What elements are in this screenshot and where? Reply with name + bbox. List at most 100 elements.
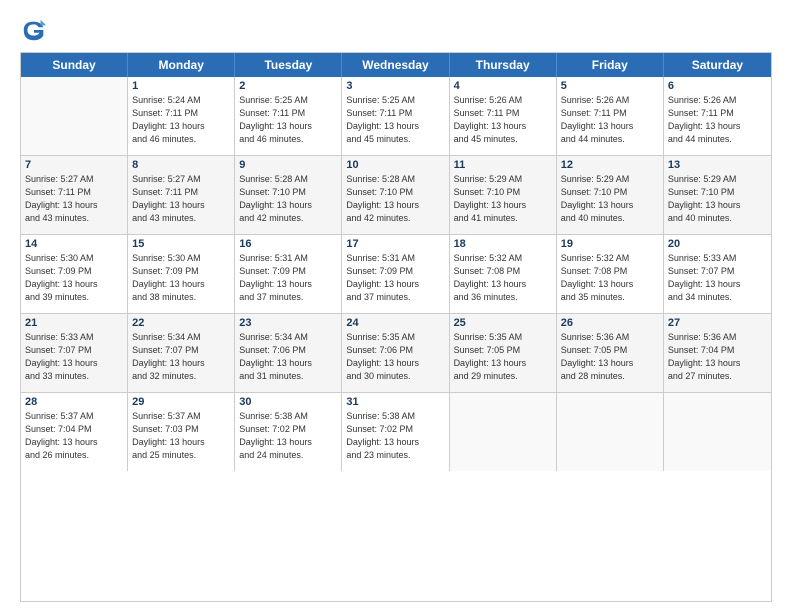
cell-info-line: Daylight: 13 hours xyxy=(25,436,123,449)
cal-header-friday: Friday xyxy=(557,53,664,77)
cell-info-line: Daylight: 13 hours xyxy=(561,199,659,212)
cell-info-line: Sunset: 7:11 PM xyxy=(561,107,659,120)
header xyxy=(20,16,772,44)
day-number: 9 xyxy=(239,159,337,171)
cell-info-line: Sunrise: 5:29 AM xyxy=(454,173,552,186)
day-number: 29 xyxy=(132,396,230,408)
cell-info-line: Daylight: 13 hours xyxy=(239,278,337,291)
cal-cell: 2Sunrise: 5:25 AMSunset: 7:11 PMDaylight… xyxy=(235,77,342,155)
day-number: 13 xyxy=(668,159,767,171)
cell-info-line: Sunset: 7:10 PM xyxy=(668,186,767,199)
cell-info-line: Daylight: 13 hours xyxy=(346,436,444,449)
cell-info-line: Daylight: 13 hours xyxy=(561,357,659,370)
day-number: 31 xyxy=(346,396,444,408)
calendar-header-row: SundayMondayTuesdayWednesdayThursdayFrid… xyxy=(21,53,771,77)
cal-cell: 25Sunrise: 5:35 AMSunset: 7:05 PMDayligh… xyxy=(450,314,557,392)
day-number: 15 xyxy=(132,238,230,250)
cell-info-line: and 24 minutes. xyxy=(239,449,337,462)
day-number: 19 xyxy=(561,238,659,250)
cal-cell: 6Sunrise: 5:26 AMSunset: 7:11 PMDaylight… xyxy=(664,77,771,155)
day-number: 17 xyxy=(346,238,444,250)
cell-info-line: Sunset: 7:10 PM xyxy=(561,186,659,199)
cell-info-line: Daylight: 13 hours xyxy=(668,120,767,133)
cell-info-line: and 29 minutes. xyxy=(454,370,552,383)
cal-cell: 10 Sunrise: 5:28 AMSunset: 7:10 PMDayligh… xyxy=(342,156,449,234)
cell-info-line: Sunrise: 5:31 AM xyxy=(346,252,444,265)
logo-icon xyxy=(20,16,48,44)
cell-info-line: Sunset: 7:02 PM xyxy=(239,423,337,436)
cal-cell xyxy=(557,393,664,471)
cell-info-line: Sunrise: 5:27 AM xyxy=(132,173,230,186)
cell-info-line: Sunset: 7:10 PM xyxy=(454,186,552,199)
cal-cell: 12Sunrise: 5:29 AMSunset: 7:10 PMDayligh… xyxy=(557,156,664,234)
cell-info-line: and 26 minutes. xyxy=(25,449,123,462)
cell-info-line: and 46 minutes. xyxy=(132,133,230,146)
cell-info-line: Sunrise: 5:36 AM xyxy=(668,331,767,344)
cell-info-line: Daylight: 13 hours xyxy=(132,120,230,133)
calendar-body: 1Sunrise: 5:24 AMSunset: 7:11 PMDaylight… xyxy=(21,77,771,471)
cal-cell: 8Sunrise: 5:27 AMSunset: 7:11 PMDaylight… xyxy=(128,156,235,234)
cell-info-line: and 37 minutes. xyxy=(346,291,444,304)
cell-info-line: Sunset: 7:05 PM xyxy=(454,344,552,357)
cell-info-line: Sunrise: 5:36 AM xyxy=(561,331,659,344)
cell-info-line: Sunset: 7:11 PM xyxy=(346,107,444,120)
cell-info-line: Sunset: 7:09 PM xyxy=(132,265,230,278)
day-number: 3 xyxy=(346,80,444,92)
cal-cell: 9Sunrise: 5:28 AMSunset: 7:10 PMDaylight… xyxy=(235,156,342,234)
calendar: SundayMondayTuesdayWednesdayThursdayFrid… xyxy=(20,52,772,602)
day-number: 8 xyxy=(132,159,230,171)
cell-info-line: Daylight: 13 hours xyxy=(239,436,337,449)
cell-info-line: and 28 minutes. xyxy=(561,370,659,383)
cal-cell: 22Sunrise: 5:34 AMSunset: 7:07 PMDayligh… xyxy=(128,314,235,392)
cell-info-line: and 36 minutes. xyxy=(454,291,552,304)
cell-info-line: Daylight: 13 hours xyxy=(454,120,552,133)
cell-info-line: Sunset: 7:09 PM xyxy=(25,265,123,278)
cell-info-line: Daylight: 13 hours xyxy=(25,199,123,212)
cell-info-line: Sunrise: 5:35 AM xyxy=(454,331,552,344)
cell-info-line: Daylight: 13 hours xyxy=(346,199,444,212)
cell-info-line: Sunset: 7:08 PM xyxy=(561,265,659,278)
cell-info-line: Daylight: 13 hours xyxy=(132,436,230,449)
cell-info-line: and 31 minutes. xyxy=(239,370,337,383)
cal-cell: 18Sunrise: 5:32 AMSunset: 7:08 PMDayligh… xyxy=(450,235,557,313)
cell-info-line: Daylight: 13 hours xyxy=(25,357,123,370)
day-number: 10 xyxy=(346,159,444,171)
cal-cell: 24Sunrise: 5:35 AMSunset: 7:06 PMDayligh… xyxy=(342,314,449,392)
cal-header-sunday: Sunday xyxy=(21,53,128,77)
cell-info-line: Daylight: 13 hours xyxy=(561,120,659,133)
day-number: 25 xyxy=(454,317,552,329)
cell-info-line: Sunset: 7:05 PM xyxy=(561,344,659,357)
cell-info-line: Sunset: 7:03 PM xyxy=(132,423,230,436)
cell-info-line: Sunrise: 5:25 AM xyxy=(346,94,444,107)
cell-info-line: Sunrise: 5:28 AM xyxy=(346,173,444,186)
cell-info-line: and 34 minutes. xyxy=(668,291,767,304)
cal-cell: 31Sunrise: 5:38 AMSunset: 7:02 PMDayligh… xyxy=(342,393,449,471)
cal-week-3: 14Sunrise: 5:30 AMSunset: 7:09 PMDayligh… xyxy=(21,235,771,314)
cell-info-line: Sunrise: 5:29 AM xyxy=(561,173,659,186)
cell-info-line: and 40 minutes. xyxy=(561,212,659,225)
cal-cell: 13Sunrise: 5:29 AMSunset: 7:10 PMDayligh… xyxy=(664,156,771,234)
cell-info-line: and 40 minutes. xyxy=(668,212,767,225)
cell-info-line: Sunset: 7:11 PM xyxy=(132,107,230,120)
day-number: 5 xyxy=(561,80,659,92)
cell-info-line: Daylight: 13 hours xyxy=(346,278,444,291)
day-number: 20 xyxy=(668,238,767,250)
cell-info-line: Daylight: 13 hours xyxy=(561,278,659,291)
cell-info-line: Sunset: 7:10 PM xyxy=(346,186,444,199)
cell-info-line: Sunrise: 5:26 AM xyxy=(668,94,767,107)
cell-info-line: Daylight: 13 hours xyxy=(346,120,444,133)
logo xyxy=(20,16,52,44)
cell-info-line: Sunrise: 5:34 AM xyxy=(239,331,337,344)
cell-info-line: Sunset: 7:04 PM xyxy=(668,344,767,357)
cal-cell xyxy=(21,77,128,155)
cell-info-line: Sunset: 7:09 PM xyxy=(346,265,444,278)
cell-info-line: Sunrise: 5:37 AM xyxy=(132,410,230,423)
cell-info-line: Sunrise: 5:38 AM xyxy=(239,410,337,423)
cal-week-2: 7Sunrise: 5:27 AMSunset: 7:11 PMDaylight… xyxy=(21,156,771,235)
day-number: 22 xyxy=(132,317,230,329)
day-number: 2 xyxy=(239,80,337,92)
day-number: 18 xyxy=(454,238,552,250)
cal-cell: 23Sunrise: 5:34 AMSunset: 7:06 PMDayligh… xyxy=(235,314,342,392)
cell-info-line: and 33 minutes. xyxy=(25,370,123,383)
cell-info-line: and 44 minutes. xyxy=(561,133,659,146)
